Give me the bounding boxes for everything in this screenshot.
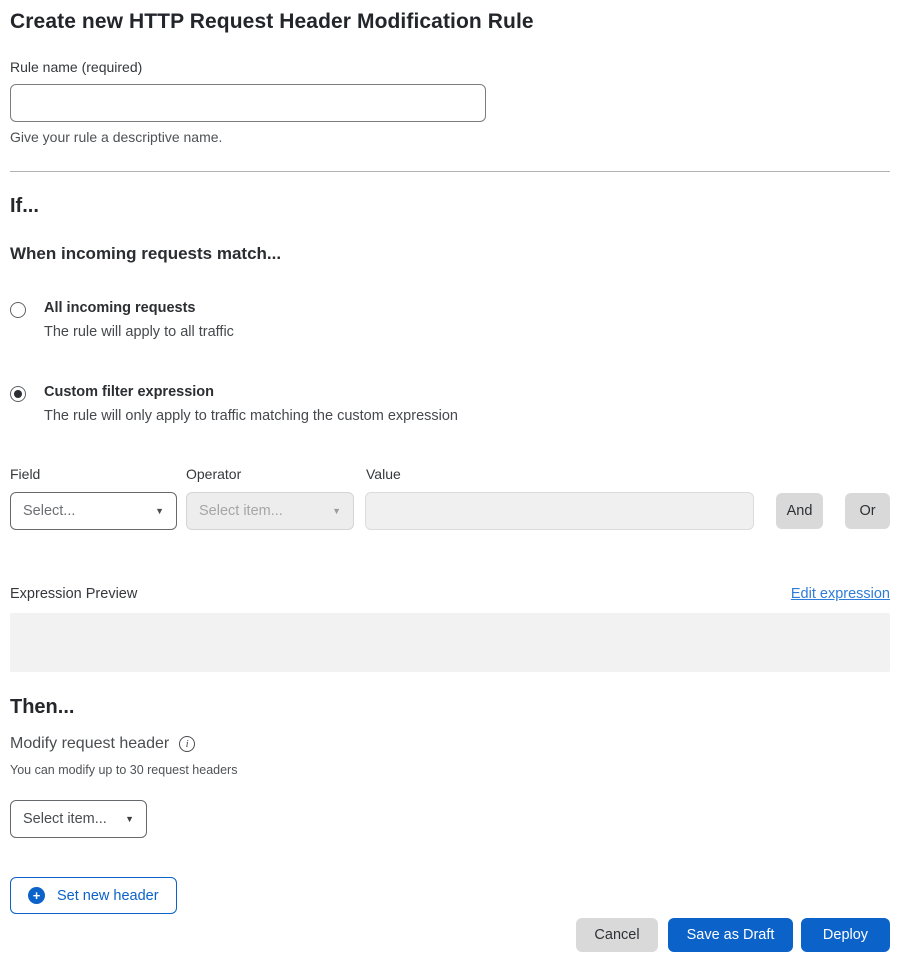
edit-expression-link[interactable]: Edit expression (791, 586, 890, 602)
section-divider (10, 171, 890, 172)
radio-option-custom-expression[interactable]: Custom filter expression The rule will o… (10, 384, 890, 424)
set-new-header-button[interactable]: + Set new header (10, 877, 177, 914)
page-title: Create new HTTP Request Header Modificat… (10, 10, 890, 34)
chevron-down-icon: ▼ (125, 814, 134, 824)
value-label: Value (366, 466, 890, 482)
save-as-draft-button[interactable]: Save as Draft (668, 918, 793, 952)
if-heading: If... (10, 195, 890, 218)
cancel-button[interactable]: Cancel (576, 918, 658, 952)
deploy-button[interactable]: Deploy (801, 918, 890, 952)
value-input (365, 492, 754, 530)
info-icon[interactable]: i (179, 736, 195, 752)
expression-builder-labels: Field Operator Value (10, 466, 890, 482)
create-rule-page: Create new HTTP Request Header Modificat… (0, 0, 899, 968)
radio-all-requests-label[interactable]: All incoming requests (44, 300, 234, 316)
modify-header-hint: You can modify up to 30 request headers (10, 763, 890, 777)
field-select-placeholder: Select... (23, 503, 75, 519)
chevron-down-icon: ▼ (155, 506, 164, 516)
expression-preview-box (10, 613, 890, 672)
footer-actions: Cancel Save as Draft Deploy (10, 918, 890, 952)
radio-all-requests-description: The rule will apply to all traffic (44, 324, 234, 340)
then-heading: Then... (10, 696, 890, 719)
rule-name-label: Rule name (required) (10, 59, 890, 75)
expression-preview-label: Expression Preview (10, 586, 137, 602)
field-select[interactable]: Select... ▼ (10, 492, 177, 530)
expression-preview-header: Expression Preview Edit expression (10, 586, 890, 602)
operator-label: Operator (186, 466, 366, 482)
modify-header-label: Modify request header (10, 735, 169, 753)
header-item-select[interactable]: Select item... ▼ (10, 800, 147, 838)
expression-builder-row: Select... ▼ Select item... ▼ And Or (10, 492, 890, 530)
radio-custom-expression-description: The rule will only apply to traffic matc… (44, 408, 458, 424)
set-new-header-label: Set new header (57, 888, 159, 904)
radio-option-all-requests[interactable]: All incoming requests The rule will appl… (10, 300, 890, 340)
or-button[interactable]: Or (845, 493, 890, 529)
operator-select: Select item... ▼ (186, 492, 354, 530)
field-label: Field (10, 466, 186, 482)
and-button[interactable]: And (776, 493, 823, 529)
plus-icon: + (28, 887, 45, 904)
rule-name-help: Give your rule a descriptive name. (10, 129, 890, 145)
chevron-down-icon: ▼ (332, 506, 341, 516)
radio-custom-expression-label[interactable]: Custom filter expression (44, 384, 458, 400)
rule-name-input[interactable] (10, 84, 486, 122)
radio-custom-expression-icon[interactable] (10, 386, 26, 402)
operator-select-placeholder: Select item... (199, 503, 283, 519)
header-item-select-placeholder: Select item... (23, 811, 107, 827)
radio-all-requests-icon[interactable] (10, 302, 26, 318)
match-subheading: When incoming requests match... (10, 244, 890, 264)
modify-header-action-line: Modify request header i (10, 735, 890, 753)
